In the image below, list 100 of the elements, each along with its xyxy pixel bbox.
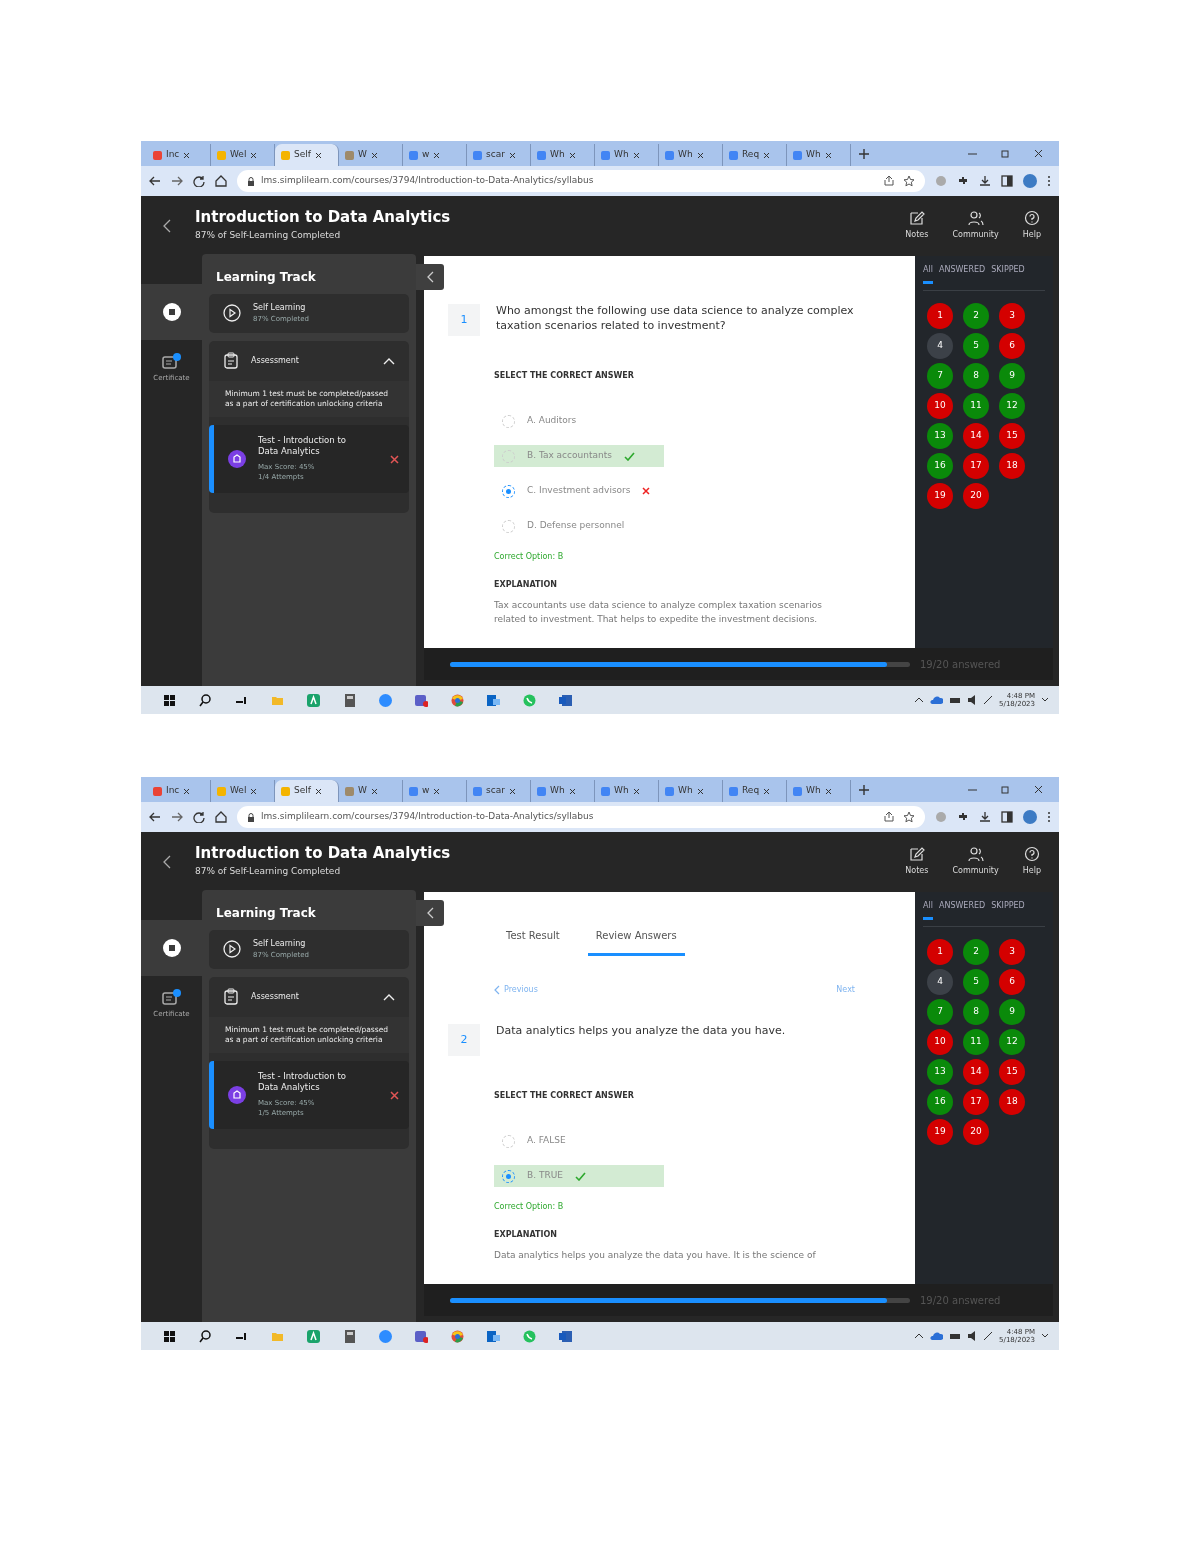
question-bubble[interactable]: 10	[927, 393, 953, 419]
filter-tab[interactable]: SKIPPED	[991, 900, 1025, 920]
question-bubble[interactable]: 14	[963, 1059, 989, 1085]
question-bubble[interactable]: 7	[927, 363, 953, 389]
menu-icon[interactable]	[1047, 811, 1051, 823]
network-icon[interactable]	[949, 695, 962, 705]
browser-icon[interactable]	[450, 693, 464, 707]
avatar-icon[interactable]	[1023, 174, 1037, 188]
question-bubble[interactable]: 9	[999, 999, 1025, 1025]
question-bubble[interactable]: 13	[927, 1059, 953, 1085]
close-icon[interactable]	[314, 151, 322, 159]
close-icon[interactable]	[568, 151, 576, 159]
question-bubble[interactable]: 3	[999, 939, 1025, 965]
filter-tab[interactable]: All	[923, 264, 933, 284]
result-tab[interactable]: Review Answers	[587, 922, 685, 956]
question-bubble[interactable]: 1	[927, 303, 953, 329]
back-icon[interactable]	[163, 218, 171, 233]
document-icon[interactable]	[558, 693, 572, 707]
question-bubble[interactable]: 12	[999, 393, 1025, 419]
question-bubble[interactable]: 1	[927, 939, 953, 965]
home-icon[interactable]	[215, 175, 227, 187]
star-icon[interactable]	[903, 175, 915, 187]
reload-icon[interactable]	[193, 811, 205, 823]
close-icon[interactable]	[568, 787, 576, 795]
close-icon[interactable]	[370, 151, 378, 159]
header-action[interactable]: Community	[952, 209, 999, 241]
close-icon[interactable]	[250, 787, 258, 795]
question-bubble[interactable]: 8	[963, 999, 989, 1025]
question-bubble[interactable]: 19	[927, 483, 953, 509]
avatar-icon[interactable]	[1023, 810, 1037, 824]
question-bubble[interactable]: 9	[999, 363, 1025, 389]
restore-icon[interactable]	[1001, 149, 1010, 158]
address-bar[interactable]: lms.simplilearn.com/courses/3794/Introduction-to-Data-Analytics/syllabus	[237, 170, 925, 192]
close-icon[interactable]	[824, 151, 832, 159]
close-icon[interactable]	[433, 151, 441, 159]
home-icon[interactable]	[215, 811, 227, 823]
filter-tab[interactable]: All	[923, 900, 933, 920]
caret-icon[interactable]	[914, 1332, 925, 1340]
back-icon[interactable]	[149, 811, 161, 823]
header-action[interactable]: Help	[1022, 209, 1041, 241]
question-bubble[interactable]: 20	[963, 1119, 989, 1145]
close-icon[interactable]	[696, 787, 704, 795]
question-bubble[interactable]: 2	[963, 303, 989, 329]
collapse-button[interactable]	[416, 264, 444, 290]
share-icon[interactable]	[883, 811, 895, 823]
answer-option[interactable]: D. Defense personnel	[494, 515, 664, 537]
restore-icon[interactable]	[1001, 785, 1010, 794]
document-icon[interactable]	[558, 1329, 572, 1343]
team-app-icon[interactable]	[414, 1329, 428, 1343]
close-icon[interactable]	[824, 787, 832, 795]
question-bubble[interactable]: 8	[963, 363, 989, 389]
question-bubble[interactable]: 12	[999, 1029, 1025, 1055]
answer-option[interactable]: C. Investment advisors	[494, 480, 664, 502]
search-icon[interactable]	[198, 1329, 212, 1343]
close-icon[interactable]	[250, 151, 258, 159]
question-bubble[interactable]: 17	[963, 453, 989, 479]
address-bar[interactable]: lms.simplilearn.com/courses/3794/Introduction-to-Data-Analytics/syllabus	[237, 806, 925, 828]
question-bubble[interactable]: 11	[963, 393, 989, 419]
question-bubble[interactable]: 5	[963, 333, 989, 359]
speaker-icon[interactable]	[967, 694, 978, 706]
question-bubble[interactable]: 17	[963, 1089, 989, 1115]
close-icon[interactable]	[370, 787, 378, 795]
search-icon[interactable]	[198, 693, 212, 707]
back-icon[interactable]	[149, 175, 161, 187]
header-action[interactable]: Community	[952, 845, 999, 877]
reload-icon[interactable]	[193, 175, 205, 187]
close-icon[interactable]	[314, 787, 322, 795]
forward-icon[interactable]	[171, 175, 183, 187]
star-icon[interactable]	[903, 811, 915, 823]
assessment-header[interactable]: Assessment	[209, 340, 409, 381]
plus-icon[interactable]	[859, 149, 869, 159]
header-action[interactable]: Notes	[905, 209, 929, 241]
filter-tab[interactable]: ANSWERED	[938, 264, 986, 284]
question-bubble[interactable]: 3	[999, 303, 1025, 329]
question-bubble[interactable]: 2	[963, 939, 989, 965]
forward-icon[interactable]	[171, 811, 183, 823]
calculator-icon[interactable]	[342, 1329, 356, 1343]
browser-icon[interactable]	[450, 1329, 464, 1343]
speaker-icon[interactable]	[967, 1330, 978, 1342]
close-icon[interactable]	[1034, 149, 1043, 158]
rail-item[interactable]	[141, 284, 202, 340]
close-icon[interactable]	[696, 151, 704, 159]
menu-icon[interactable]	[1047, 175, 1051, 187]
app-icon[interactable]	[306, 1329, 320, 1343]
question-bubble[interactable]: 4	[927, 969, 953, 995]
browser-tab[interactable]: Self	[275, 780, 339, 802]
filter-tab[interactable]: ANSWERED	[938, 900, 986, 920]
download-icon[interactable]	[979, 175, 991, 187]
close-icon[interactable]	[508, 151, 516, 159]
question-bubble[interactable]: 11	[963, 1029, 989, 1055]
cloud-icon[interactable]	[930, 695, 944, 705]
mail-icon[interactable]	[486, 1329, 500, 1343]
close-icon[interactable]	[433, 787, 441, 795]
close-icon[interactable]	[632, 787, 640, 795]
answer-option[interactable]: A. FALSE	[494, 1130, 664, 1152]
close-icon[interactable]	[632, 151, 640, 159]
cloud-icon[interactable]	[930, 1331, 944, 1341]
question-bubble[interactable]: 6	[999, 333, 1025, 359]
answer-option[interactable]: A. Auditors	[494, 410, 664, 432]
question-bubble[interactable]: 16	[927, 453, 953, 479]
